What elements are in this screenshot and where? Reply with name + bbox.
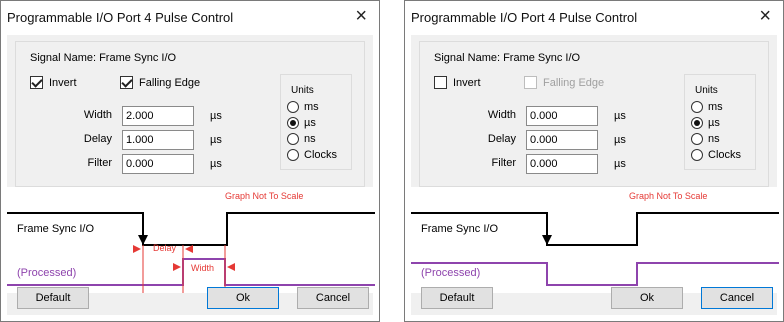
cancel-button[interactable]: Cancel (297, 287, 369, 309)
units-radio-ns[interactable]: ns (287, 133, 316, 145)
radio-icon[interactable] (287, 117, 299, 129)
radio-icon[interactable] (287, 101, 299, 113)
timing-graph: Graph Not To Scale Frame Sync I/O (Proce… (411, 187, 779, 293)
frame-sync-waveform (411, 212, 779, 246)
falling-edge-arrow-icon (138, 235, 148, 245)
radio-icon[interactable] (287, 133, 299, 145)
timing-waveform (411, 212, 779, 286)
invert-check-box-icon[interactable] (434, 76, 447, 89)
frame-sync-waveform (7, 212, 375, 246)
filter-input[interactable] (122, 154, 194, 174)
units-radio-us[interactable]: µs (691, 117, 720, 129)
units-title: Units (291, 85, 314, 96)
delay-unit: µs (614, 134, 626, 146)
filter-unit: µs (614, 158, 626, 170)
invert-check-box-icon[interactable] (30, 76, 43, 89)
width-input[interactable] (526, 106, 598, 126)
units-option-label: µs (708, 117, 720, 129)
units-radio-clocks[interactable]: Clocks (691, 149, 741, 161)
delay-label: Delay (487, 133, 516, 145)
delay-input[interactable] (122, 130, 194, 150)
units-group: Units ms µs ns Clocks (280, 74, 352, 170)
settings-group: Signal Name: Frame Sync I/O Invert Falli… (419, 41, 769, 187)
width-unit: µs (210, 110, 222, 122)
delay-arrow-left-icon (133, 245, 141, 253)
pulse-control-dialog-right: Programmable I/O Port 4 Pulse Control × … (404, 0, 784, 322)
units-option-label: Clocks (304, 149, 338, 161)
ok-button[interactable]: Ok (611, 287, 683, 309)
units-option-label: ms (708, 101, 723, 113)
ok-button[interactable]: Ok (207, 287, 279, 309)
falling-edge-arrow-icon (542, 235, 552, 245)
signal-name-label: Signal Name: Frame Sync I/O (434, 52, 581, 64)
falling-edge-label: Falling Edge (139, 76, 201, 89)
units-radio-us[interactable]: µs (287, 117, 316, 129)
falling-edge-checkbox: Falling Edge (524, 76, 604, 89)
default-button[interactable]: Default (17, 287, 89, 309)
falling-edge-checkbox[interactable]: Falling Edge (120, 76, 200, 89)
delay-input[interactable] (526, 130, 598, 150)
units-title: Units (695, 85, 718, 96)
delay-unit: µs (210, 134, 222, 146)
invert-label: Invert (49, 76, 77, 89)
radio-icon[interactable] (691, 117, 703, 129)
width-annotation: Width (191, 263, 215, 273)
width-input[interactable] (122, 106, 194, 126)
filter-label: Filter (87, 157, 112, 169)
units-group: Units ms µs ns Clocks (684, 74, 756, 170)
radio-icon[interactable] (287, 149, 299, 161)
units-option-label: ms (304, 101, 319, 113)
dialog-client: Signal Name: Frame Sync I/O Invert Falli… (411, 35, 779, 315)
cancel-button[interactable]: Cancel (701, 287, 773, 309)
width-label: Width (83, 109, 112, 121)
units-option-label: ns (304, 133, 316, 145)
falling-edge-check-box-icon[interactable] (120, 76, 133, 89)
title-bar: Programmable I/O Port 4 Pulse Control × (405, 1, 783, 35)
filter-label: Filter (491, 157, 516, 169)
filter-unit: µs (210, 158, 222, 170)
units-radio-clocks[interactable]: Clocks (287, 149, 337, 161)
pulse-control-dialog-left: Programmable I/O Port 4 Pulse Control × … (0, 0, 380, 322)
width-arrow-left-icon (173, 263, 181, 271)
invert-checkbox[interactable]: Invert (30, 76, 77, 89)
dialog-title: Programmable I/O Port 4 Pulse Control (411, 10, 638, 25)
invert-label: Invert (453, 76, 481, 89)
width-unit: µs (614, 110, 626, 122)
signal-name-label: Signal Name: Frame Sync I/O (30, 52, 177, 64)
timing-graph: Graph Not To Scale Frame Sync I/O (Proce… (7, 187, 375, 293)
width-arrow-right-icon (227, 263, 235, 271)
units-option-label: Clocks (708, 149, 742, 161)
falling-edge-label: Falling Edge (543, 76, 605, 89)
delay-arrow-right-icon (185, 245, 193, 253)
dialog-title: Programmable I/O Port 4 Pulse Control (7, 10, 234, 25)
falling-edge-check-box-icon (524, 76, 537, 89)
units-option-label: ns (708, 133, 720, 145)
units-radio-ns[interactable]: ns (691, 133, 720, 145)
units-option-label: µs (304, 117, 316, 129)
processed-waveform (411, 262, 779, 286)
filter-input[interactable] (526, 154, 598, 174)
settings-group: Signal Name: Frame Sync I/O Invert Falli… (15, 41, 365, 187)
delay-label: Delay (83, 133, 112, 145)
title-bar: Programmable I/O Port 4 Pulse Control × (1, 1, 379, 35)
dialog-client: Signal Name: Frame Sync I/O Invert Falli… (7, 35, 375, 315)
radio-icon[interactable] (691, 133, 703, 145)
timing-waveform (7, 212, 375, 293)
default-button[interactable]: Default (421, 287, 493, 309)
invert-checkbox[interactable]: Invert (434, 76, 481, 89)
delay-annotation: Delay (153, 243, 177, 253)
units-radio-ms[interactable]: ms (287, 101, 319, 113)
close-icon[interactable]: × (759, 6, 771, 26)
radio-icon[interactable] (691, 101, 703, 113)
radio-icon[interactable] (691, 149, 703, 161)
close-icon[interactable]: × (355, 6, 367, 26)
width-label: Width (487, 109, 516, 121)
units-radio-ms[interactable]: ms (691, 101, 723, 113)
